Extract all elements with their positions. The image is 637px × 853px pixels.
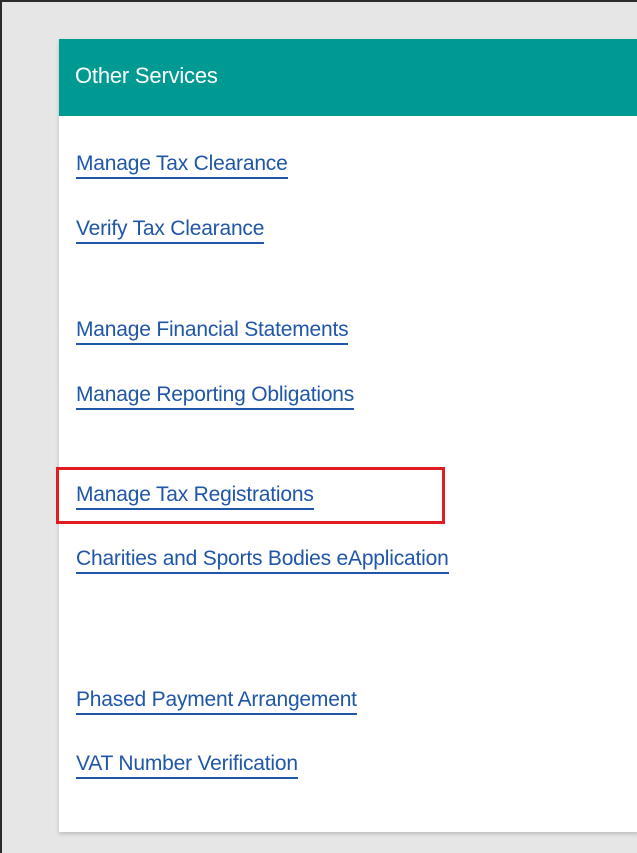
vat-number-verification-link[interactable]: VAT Number Verification [76, 752, 298, 779]
verify-tax-clearance-link[interactable]: Verify Tax Clearance [76, 217, 264, 244]
panel-title: Other Services [75, 63, 218, 88]
manage-tax-clearance-link[interactable]: Manage Tax Clearance [76, 152, 288, 179]
other-services-panel: Other Services Manage Tax Clearance Veri… [59, 39, 637, 832]
manage-reporting-obligations-link[interactable]: Manage Reporting Obligations [76, 383, 354, 410]
manage-financial-statements-link[interactable]: Manage Financial Statements [76, 318, 349, 345]
panel-header: Other Services [59, 39, 637, 116]
phased-payment-arrangement-link[interactable]: Phased Payment Arrangement [76, 688, 357, 715]
page-frame: Other Services Manage Tax Clearance Veri… [0, 0, 637, 853]
highlight-box [56, 467, 445, 524]
charities-sports-bodies-eapplication-link[interactable]: Charities and Sports Bodies eApplication [76, 547, 449, 574]
